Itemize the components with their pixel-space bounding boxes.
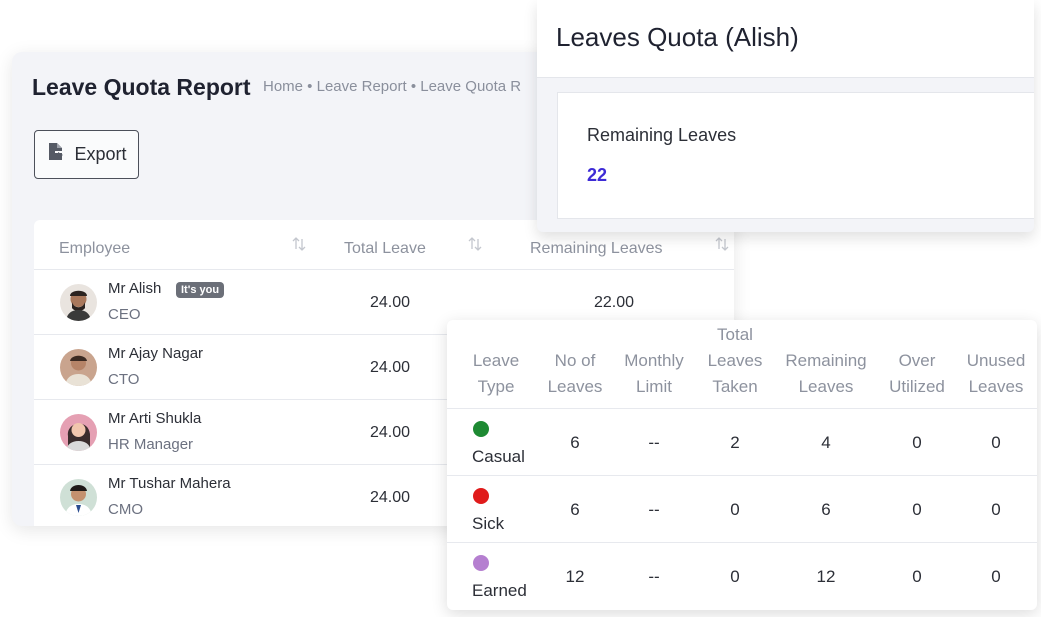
leave-type-name: Casual	[472, 447, 525, 466]
column-total-leaves-taken: Total Leaves Taken	[707, 325, 763, 396]
over-utilized: 0	[912, 567, 922, 586]
casual-color-dot	[473, 421, 489, 437]
column-over-utilized: Over Utilized	[889, 351, 945, 396]
leave-type-table: Leave Type No of Leaves Monthly Limit Total…	[447, 320, 1037, 610]
unused-leaves: 0	[991, 567, 1001, 586]
column-leave-type: Leave Type	[472, 351, 520, 396]
leaves-quota-card: Leaves Quota (Alish) Remaining Leaves 22	[537, 0, 1034, 232]
monthly-limit: --	[648, 500, 660, 519]
column-employee[interactable]: Employee	[59, 240, 130, 258]
table-row[interactable]: Sick 6 -- 0 6 0 0	[447, 476, 1037, 543]
leave-type-name: Earned	[472, 581, 527, 600]
page-title: Leave Quota Report	[32, 74, 251, 100]
avatar	[60, 479, 97, 516]
employee-role: CMO	[108, 501, 143, 518]
sort-icon[interactable]	[292, 236, 306, 252]
remaining-leaves: 4	[821, 433, 831, 452]
column-total-leave[interactable]: Total Leave	[344, 240, 426, 258]
leaves-taken: 0	[730, 500, 740, 519]
monthly-limit: --	[648, 567, 660, 586]
employee-role: HR Manager	[108, 436, 194, 453]
remaining-leaves: 22.00	[594, 294, 635, 311]
remaining-leaves-label: Remaining Leaves	[587, 125, 737, 145]
column-unused-leaves: Unused Leaves	[966, 351, 1026, 396]
remaining-leaves-value: 22	[587, 165, 608, 185]
table-row[interactable]: Earned 12 -- 0 12 0 0	[447, 543, 1037, 610]
employee-role: CEO	[108, 306, 141, 323]
column-no-of-leaves: No of Leaves	[547, 351, 603, 396]
avatar	[60, 284, 97, 321]
breadcrumb[interactable]: Home • Leave Report • Leave Quota R	[263, 78, 521, 95]
over-utilized: 0	[912, 433, 922, 452]
no-of-leaves: 6	[570, 500, 580, 519]
quota-title: Leaves Quota (Alish)	[556, 22, 799, 52]
no-of-leaves: 6	[570, 433, 580, 452]
employee-name[interactable]: Mr Tushar Mahera	[108, 475, 231, 492]
employee-name[interactable]: Mr Ajay Nagar	[108, 345, 203, 362]
total-leave: 24.00	[370, 294, 411, 311]
monthly-limit: --	[648, 433, 660, 452]
total-leave: 24.00	[370, 424, 411, 441]
no-of-leaves: 12	[565, 567, 585, 586]
unused-leaves: 0	[991, 433, 1001, 452]
column-remaining-leaves[interactable]: Remaining Leaves	[530, 240, 663, 258]
employee-role: CTO	[108, 371, 140, 388]
employee-name[interactable]: Mr Arti Shukla	[108, 410, 201, 427]
table-row[interactable]: Casual 6 -- 2 4 0 0	[447, 409, 1037, 476]
leaves-taken: 2	[730, 433, 740, 452]
avatar	[60, 349, 97, 386]
export-label: Export	[74, 144, 127, 164]
avatar	[60, 414, 97, 451]
sort-icon[interactable]	[715, 236, 729, 252]
export-button[interactable]: Export	[34, 130, 139, 179]
column-monthly-limit: Monthly Limit	[624, 351, 684, 396]
employee-name[interactable]: Mr Alish	[108, 280, 161, 297]
sort-icon[interactable]	[468, 236, 482, 252]
table-header: Leave Type No of Leaves Monthly Limit Total…	[447, 320, 1037, 409]
remaining-leaves: 6	[821, 500, 831, 519]
unused-leaves: 0	[991, 500, 1001, 519]
earned-color-dot	[473, 555, 489, 571]
total-leave: 24.00	[370, 489, 411, 506]
remaining-leaves-box: Remaining Leaves 22	[557, 92, 1034, 219]
leaves-taken: 0	[730, 567, 740, 586]
leave-type-name: Sick	[472, 514, 505, 533]
column-remaining-leaves: Remaining Leaves	[785, 351, 867, 396]
over-utilized: 0	[912, 500, 922, 519]
quota-header: Leaves Quota (Alish)	[537, 0, 1034, 78]
its-you-badge: It's you	[176, 282, 225, 298]
sick-color-dot	[473, 488, 489, 504]
export-file-icon	[46, 142, 66, 167]
total-leave: 24.00	[370, 359, 411, 376]
remaining-leaves: 12	[816, 567, 836, 586]
